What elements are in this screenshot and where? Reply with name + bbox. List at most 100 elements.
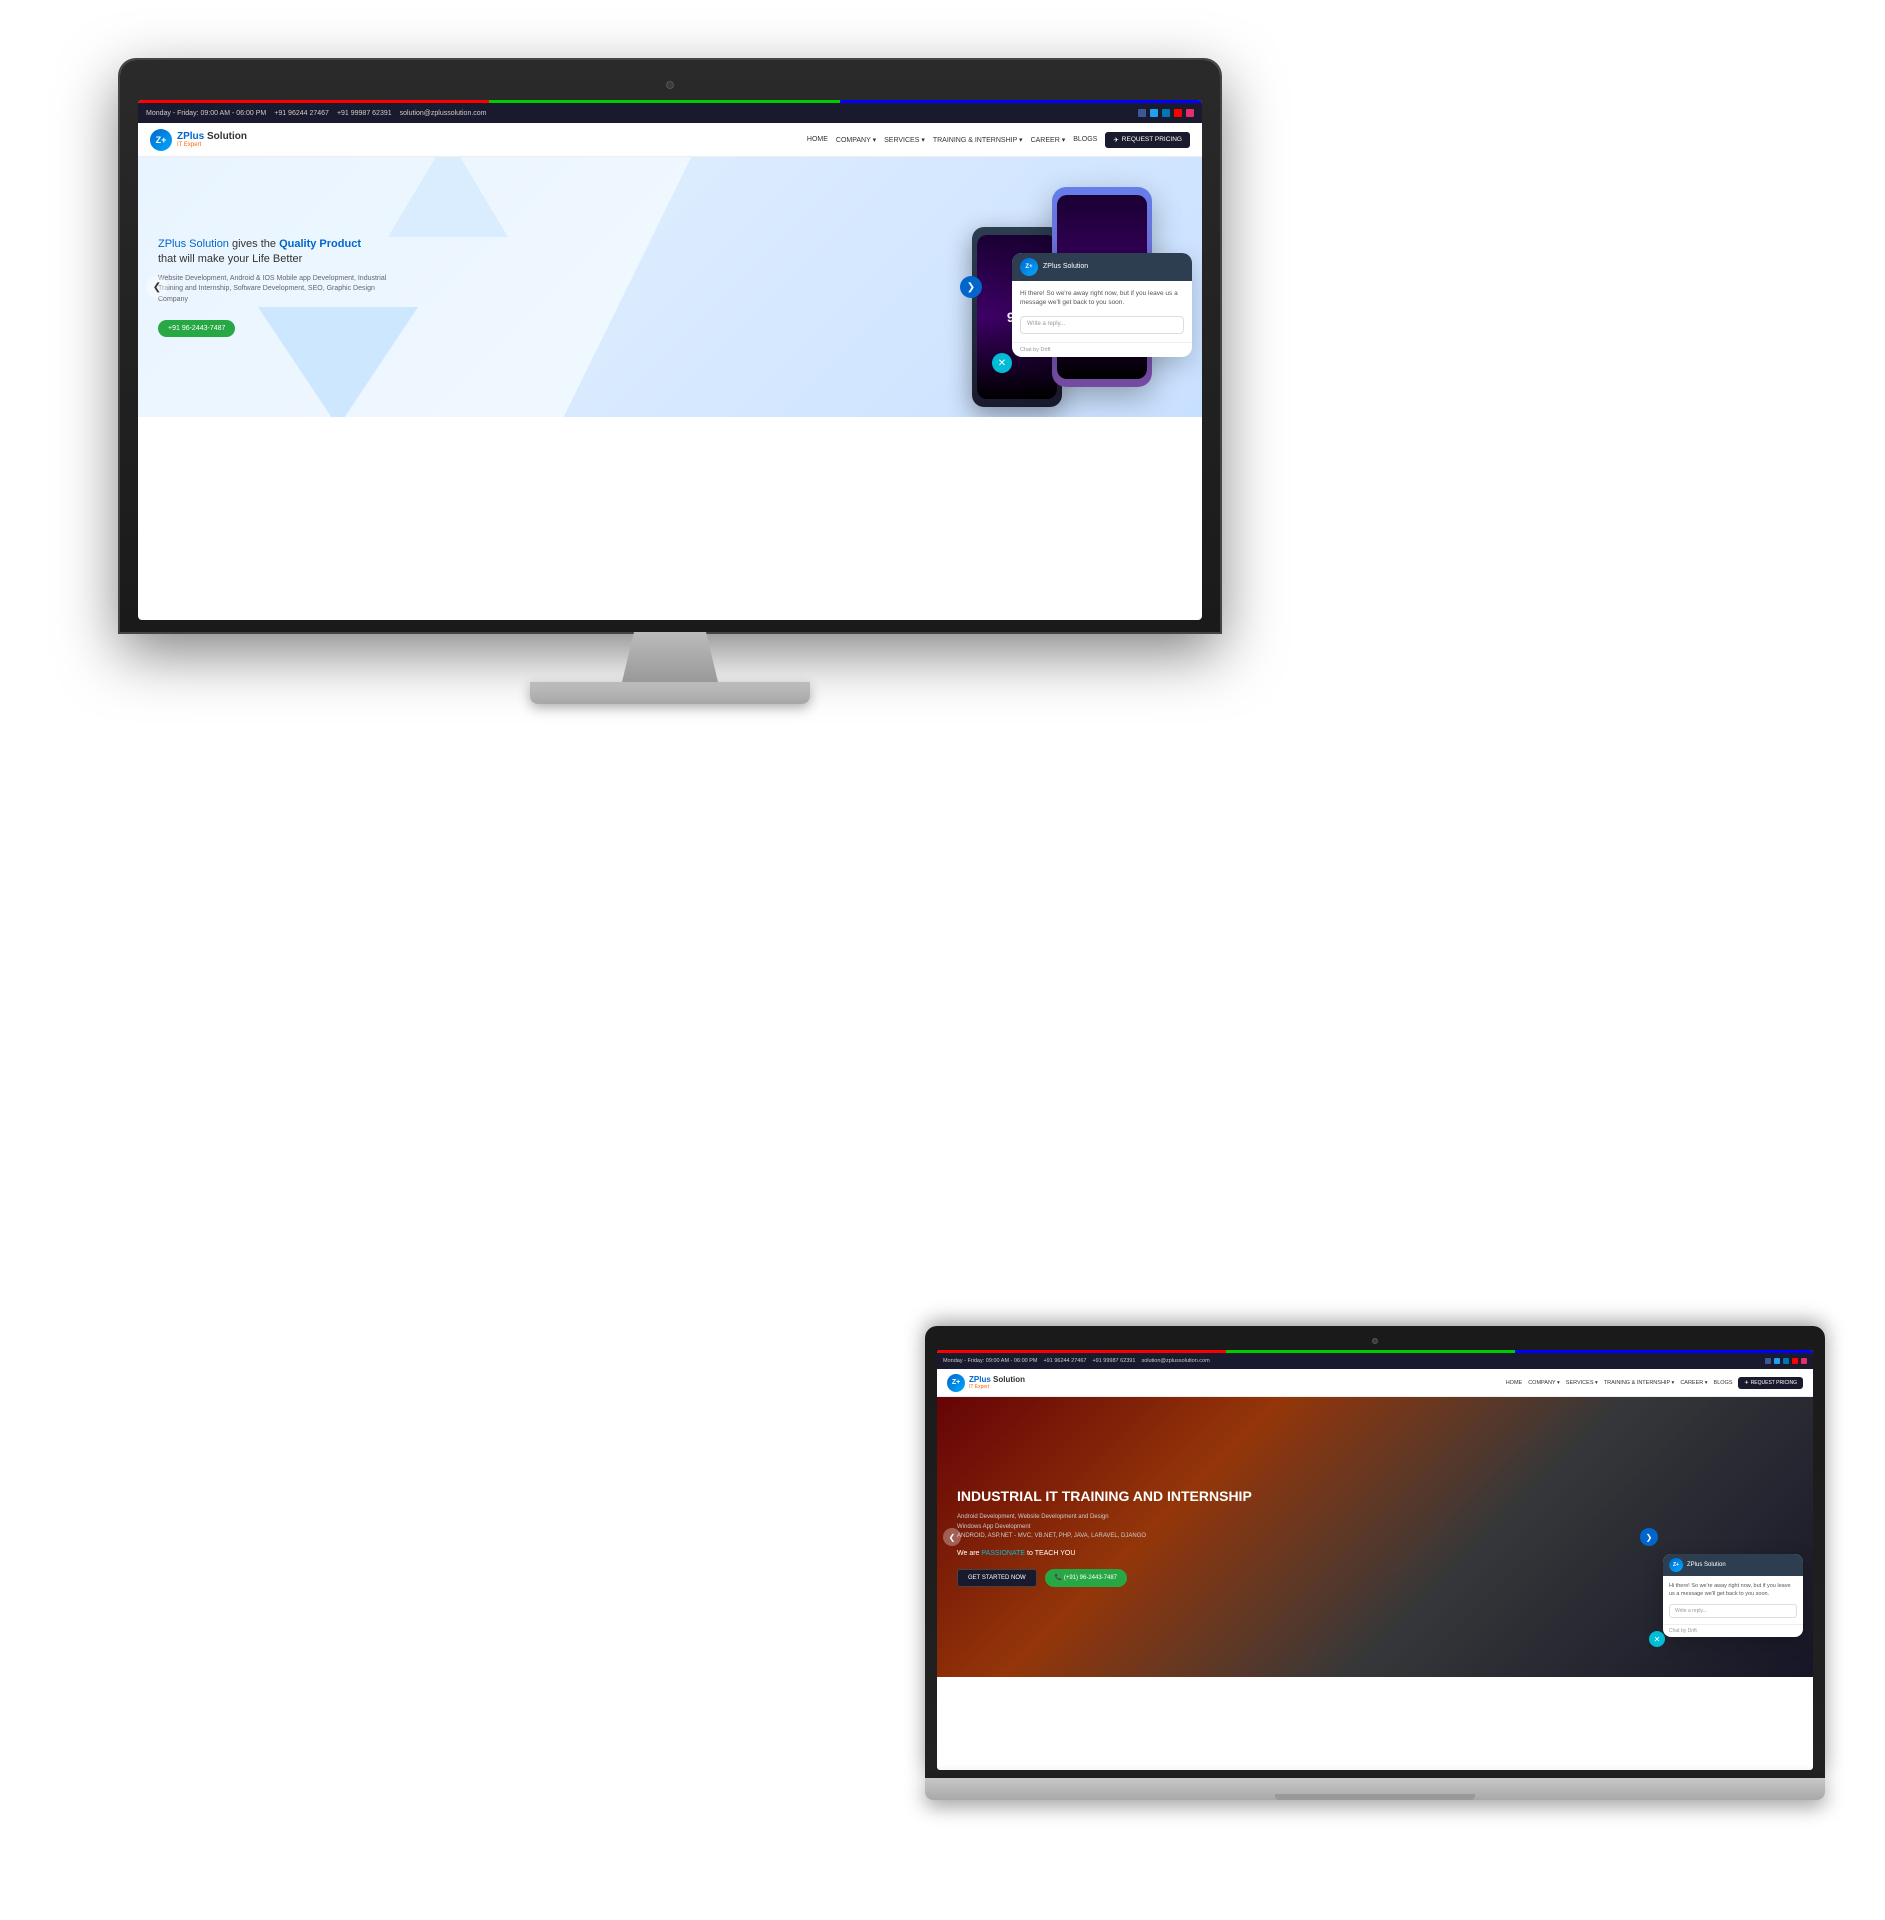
topbar-phone2: +91 99987 62391 (337, 110, 392, 117)
request-pricing-label: REQUEST PRICING (1122, 136, 1182, 143)
hero-content: ZPlus Solution gives the Quality Product… (158, 237, 398, 337)
laptop-logo-text-group: ZPlus Solution IT Expert (969, 1375, 1025, 1390)
desktop-hero: ❮ ZPlus Solution gives the Quality Produ… (138, 157, 1202, 417)
laptop-logo: Z+ ZPlus Solution IT Expert (947, 1374, 1025, 1392)
laptop-topbar-hours: Monday - Friday: 09:00 AM - 06:00 PM (943, 1358, 1037, 1364)
instagram-icon[interactable] (1186, 109, 1194, 117)
nav-home[interactable]: HOME (807, 136, 828, 143)
laptop-hero-next-button[interactable]: ❯ (1640, 1528, 1658, 1546)
laptop-nav-company[interactable]: COMPANY ▾ (1528, 1380, 1560, 1386)
laptop-facebook-icon[interactable] (1765, 1358, 1771, 1364)
logo-brand-name: ZPlus Solution (177, 131, 247, 142)
nav-blogs[interactable]: BLOGS (1073, 136, 1097, 143)
hero-phone-number: +91 96-2443-7487 (168, 325, 225, 332)
chat-avatar: Z+ (1020, 258, 1038, 276)
request-pricing-button[interactable]: ✈ REQUEST PRICING (1105, 132, 1190, 148)
laptop-nav-links: HOME COMPANY ▾ SERVICES ▾ TRAINING & INT… (1506, 1377, 1803, 1389)
topbar-right (1138, 109, 1194, 117)
linkedin-icon[interactable] (1162, 109, 1170, 117)
laptop-logo-zplus: ZPlus (969, 1375, 993, 1384)
laptop-prev-arrow: ❮ (949, 1533, 956, 1542)
laptop-topbar-left: Monday - Friday: 09:00 AM - 06:00 PM +91… (943, 1358, 1210, 1364)
topbar-email: solution@zplussolution.com (400, 110, 487, 117)
laptop-screen: Monday - Friday: 09:00 AM - 06:00 PM +91… (937, 1350, 1813, 1770)
hero-subtitle: Website Development, Android & IOS Mobil… (158, 274, 398, 306)
laptop-instagram-icon[interactable] (1801, 1358, 1807, 1364)
monitor-screen: Monday - Friday: 09:00 AM - 06:00 PM +91… (138, 100, 1202, 620)
laptop-hero-passion: We are PASSIONATE to TEACH YOU (957, 1550, 1252, 1557)
hero-triangle-2 (388, 157, 508, 237)
laptop-nav-career[interactable]: CAREER ▾ (1680, 1380, 1707, 1386)
laptop-subtitle-line2: Windows App Development (957, 1523, 1252, 1533)
laptop-request-pricing-button[interactable]: ✈ REQUEST PRICING (1738, 1377, 1803, 1389)
laptop-nav-blogs[interactable]: BLOGS (1714, 1380, 1733, 1386)
laptop-nav-services[interactable]: SERVICES ▾ (1566, 1380, 1598, 1386)
laptop-phone-icon: 📞 (1055, 1575, 1064, 1581)
nav-company[interactable]: COMPANY ▾ (836, 136, 876, 144)
chat-input-field[interactable]: Write a reply... (1020, 316, 1184, 334)
laptop-site-topbar: Monday - Friday: 09:00 AM - 06:00 PM +91… (937, 1353, 1813, 1369)
monitor-bezel-top (138, 78, 1202, 92)
laptop-logo-icon: Z+ (947, 1374, 965, 1392)
chat-body: Hi there! So we're away right now, but i… (1012, 281, 1192, 317)
laptop-youtube-icon[interactable] (1792, 1358, 1798, 1364)
laptop-topbar-phone1: +91 96244 27467 (1043, 1358, 1086, 1364)
laptop-chat-avatar: Z+ (1669, 1558, 1683, 1572)
laptop-chat-header: Z+ ZPlus Solution (1663, 1554, 1803, 1576)
hero-phone-button[interactable]: +91 96-2443-7487 (158, 320, 235, 337)
laptop-logo-sub: IT Expert (969, 1384, 1025, 1390)
chat-close-button[interactable]: ✕ (992, 353, 1012, 373)
nav-training[interactable]: TRAINING & INTERNSHIP ▾ (933, 136, 1023, 144)
laptop-hero-subtitle: Android Development, Website Development… (957, 1513, 1252, 1542)
desktop-site-topbar: Monday - Friday: 09:00 AM - 06:00 PM +91… (138, 103, 1202, 123)
plane-icon: ✈ (1113, 136, 1118, 144)
prev-arrow-icon: ❮ (153, 282, 161, 293)
laptop-chat-body: Hi there! So we're away right now, but i… (1663, 1576, 1803, 1605)
desktop-chat-widget: Z+ ZPlus Solution Hi there! So we're awa… (1012, 253, 1192, 358)
laptop-hero: ❮ INDUSTRIAL IT TRAINING AND INTERNSHIP … (937, 1397, 1813, 1677)
passion-highlight: PASSIONATE (981, 1550, 1025, 1557)
hero-prev-button[interactable]: ❮ (146, 276, 168, 298)
laptop-base (925, 1778, 1825, 1800)
laptop-phone-button[interactable]: 📞 (+91) 96-2443-7487 (1045, 1569, 1127, 1587)
topbar-left: Monday - Friday: 09:00 AM - 06:00 PM +91… (146, 110, 487, 117)
topbar-hours: Monday - Friday: 09:00 AM - 06:00 PM (146, 110, 266, 117)
laptop-phone-number: (+91) 96-2443-7487 (1064, 1575, 1117, 1581)
laptop-nav-home[interactable]: HOME (1506, 1380, 1523, 1386)
monitor-camera (666, 81, 674, 89)
laptop-hero-buttons: GET STARTED NOW 📞 (+91) 96-2443-7487 (957, 1569, 1252, 1587)
laptop-chat-close-button[interactable]: ✕ (1649, 1631, 1665, 1647)
laptop-topbar-email: solution@zplussolution.com (1141, 1358, 1209, 1364)
laptop-logo-letter: Z+ (952, 1379, 960, 1386)
nav-services[interactable]: SERVICES ▾ (884, 136, 925, 144)
chat-header: Z+ ZPlus Solution (1012, 253, 1192, 281)
laptop-hero-prev-button[interactable]: ❮ (943, 1528, 961, 1546)
laptop-topbar-right (1765, 1358, 1807, 1364)
laptop-linkedin-icon[interactable] (1783, 1358, 1789, 1364)
next-arrow-icon: ❯ (967, 282, 975, 293)
laptop-request-label: REQUEST PRICING (1751, 1380, 1797, 1386)
chat-company-name: ZPlus Solution (1043, 263, 1088, 270)
laptop-close-icon: ✕ (1654, 1635, 1661, 1644)
laptop-chat-footer: Chat by Drift (1663, 1624, 1803, 1637)
laptop-get-started-button[interactable]: GET STARTED NOW (957, 1569, 1037, 1587)
laptop-screen-part: Monday - Friday: 09:00 AM - 06:00 PM +91… (925, 1326, 1825, 1778)
hero-next-button[interactable]: ❯ (960, 276, 982, 298)
laptop-logo-brand: ZPlus Solution (969, 1375, 1025, 1384)
twitter-icon[interactable] (1150, 109, 1158, 117)
youtube-icon[interactable] (1174, 109, 1182, 117)
logo-zplus: ZPlus (177, 131, 207, 142)
topbar-phone1: +91 96244 27467 (274, 110, 329, 117)
monitor-neck (610, 632, 730, 682)
logo-text-group: ZPlus Solution IT Expert (177, 131, 247, 148)
laptop-twitter-icon[interactable] (1774, 1358, 1780, 1364)
nav-career[interactable]: CAREER ▾ (1031, 136, 1066, 144)
hero-title-text2: that will make your Life Better (158, 253, 302, 265)
logo-sub: IT Expert (177, 142, 247, 148)
desktop-nav-links: HOME COMPANY ▾ SERVICES ▾ TRAINING & INT… (807, 132, 1190, 148)
laptop-chat-input[interactable]: Write a reply... (1669, 1604, 1797, 1618)
laptop-nav-training[interactable]: TRAINING & INTERNSHIP ▾ (1604, 1380, 1675, 1386)
desktop-navbar: Z+ ZPlus Solution IT Expert HOME COMPANY… (138, 123, 1202, 157)
facebook-icon[interactable] (1138, 109, 1146, 117)
laptop-hero-title: INDUSTRIAL IT TRAINING AND INTERNSHIP (957, 1487, 1252, 1505)
